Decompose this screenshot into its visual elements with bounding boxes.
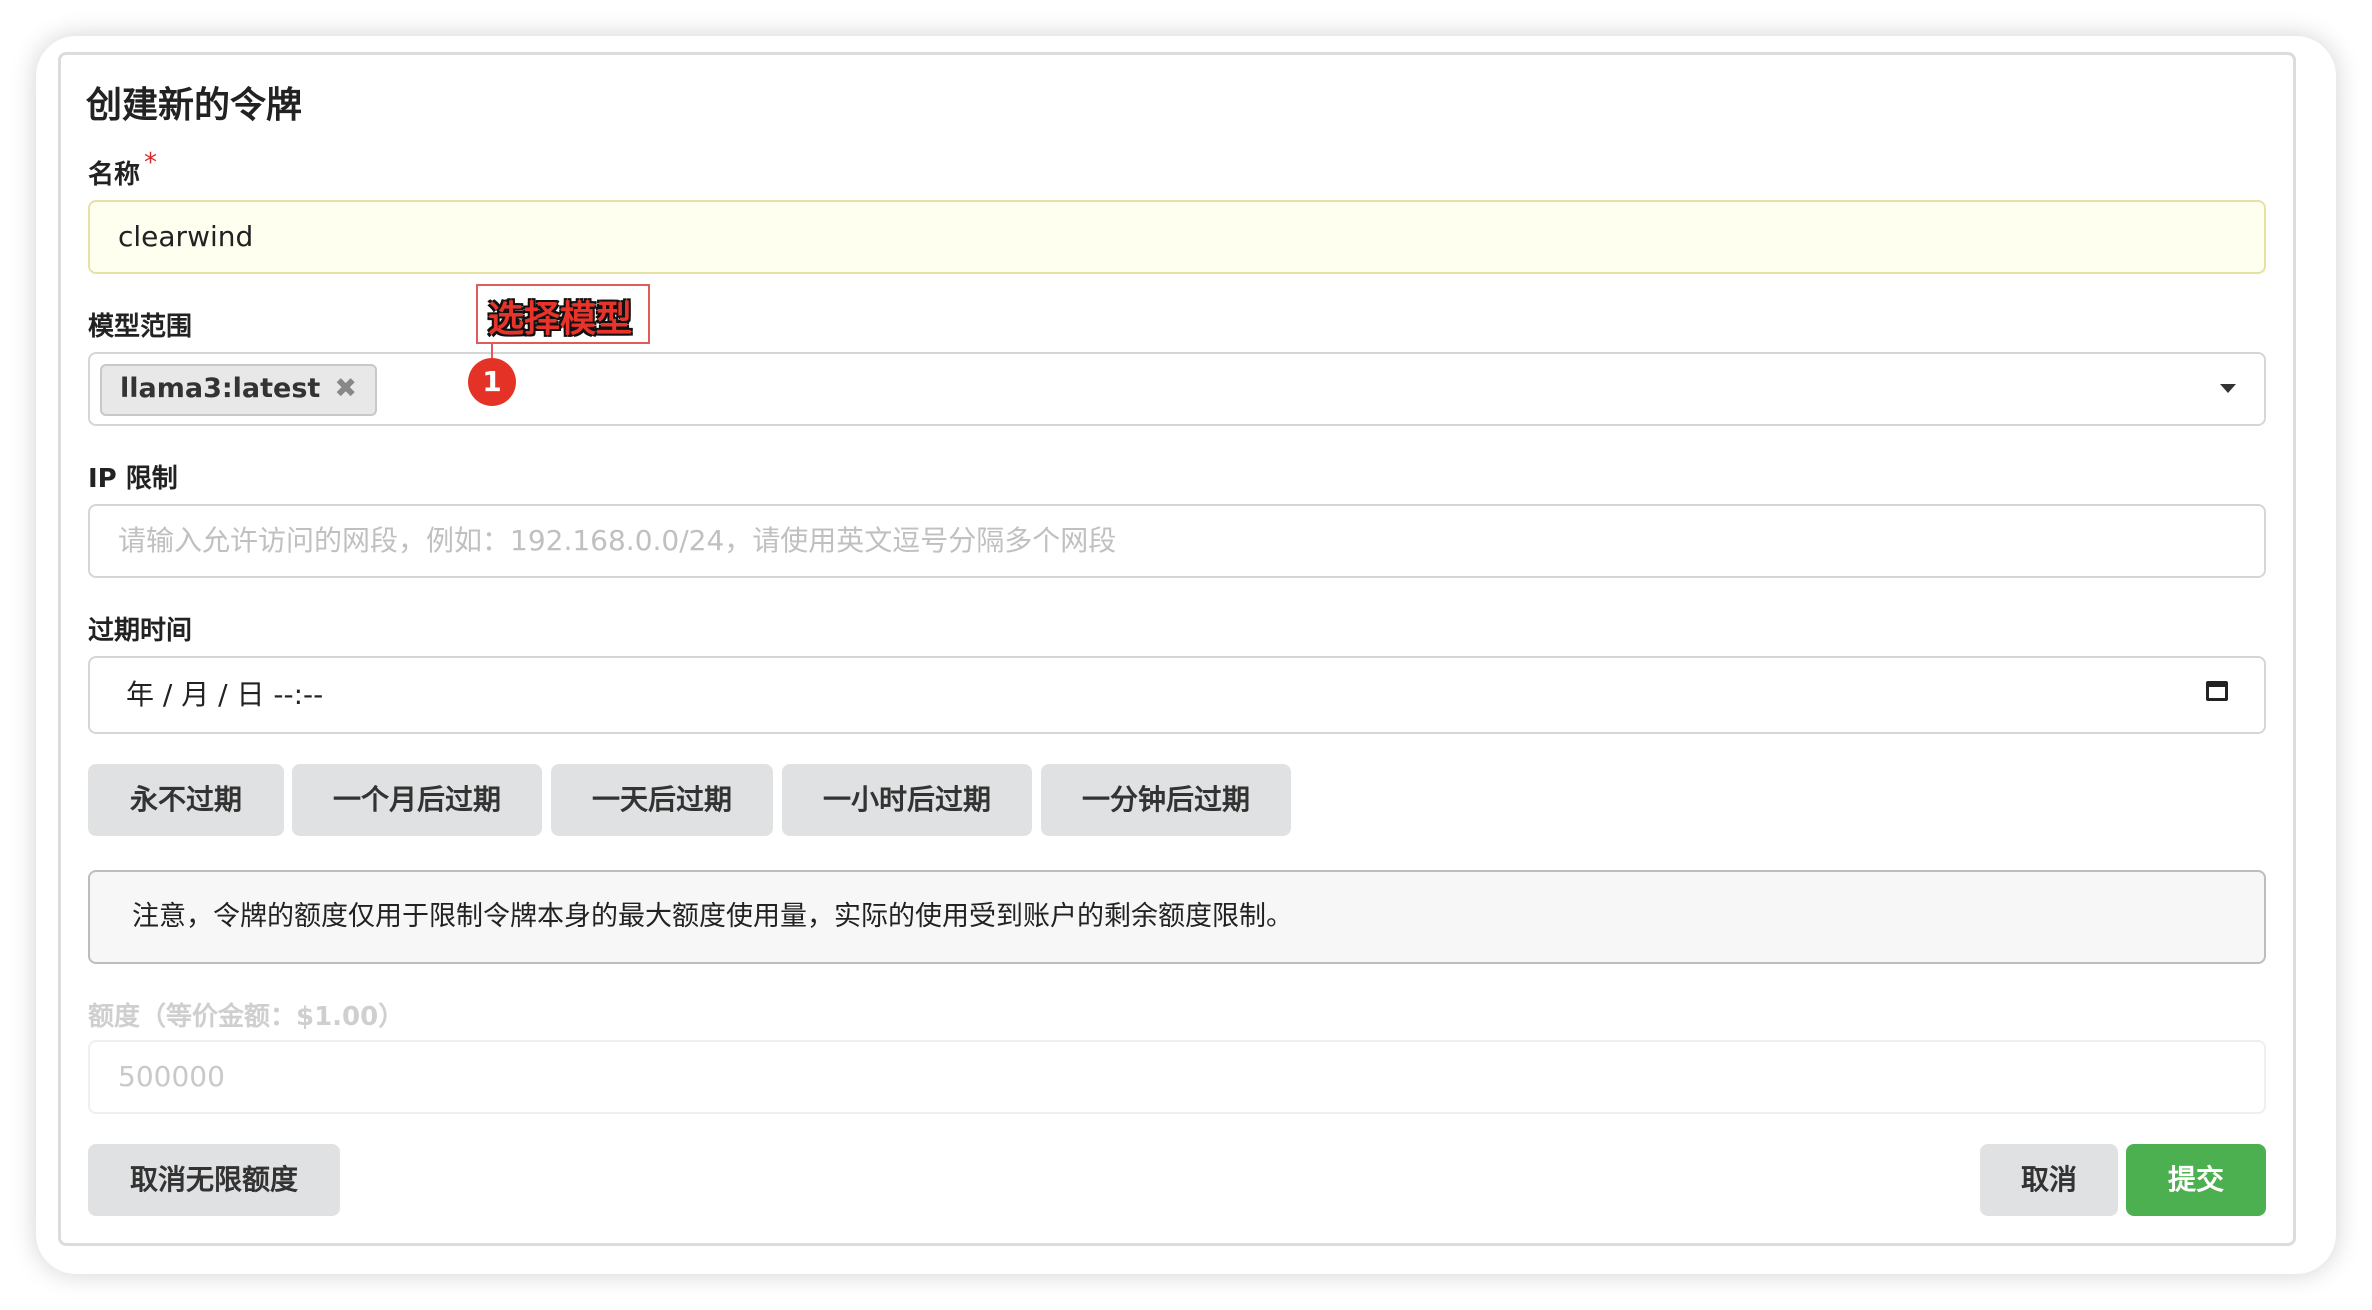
expire-datetime-input[interactable]: 年 / 月 / 日 --:-- [88,656,2266,734]
expire-never-button[interactable]: 永不过期 [88,764,284,836]
annotation-label: 选择模型 [488,299,633,340]
model-scope-dropdown[interactable] [88,352,2266,426]
model-chip[interactable]: llama3:latest ✖ [100,364,377,416]
quota-input: 500000 [88,1040,2266,1114]
calendar-icon[interactable] [2206,681,2228,701]
required-mark: * [144,148,157,178]
quota-label: 额度（等价金额：$1.00） [88,1002,405,1032]
ip-limit-input[interactable]: 请输入允许访问的网段，例如：192.168.0.0/24，请使用英文逗号分隔多个… [88,504,2266,578]
cancel-unlimited-quota-button[interactable]: 取消无限额度 [88,1144,340,1216]
annotation-step-badge: 1 [468,358,516,406]
dialog-title: 创建新的令牌 [86,85,303,126]
expire-one-minute-button[interactable]: 一分钟后过期 [1041,764,1291,836]
ip-limit-label: IP 限制 [88,464,178,494]
ip-limit-placeholder: 请输入允许访问的网段，例如：192.168.0.0/24，请使用英文逗号分隔多个… [118,524,1117,557]
expire-one-month-button[interactable]: 一个月后过期 [292,764,542,836]
cancel-button[interactable]: 取消 [1980,1144,2118,1216]
quota-notice: 注意，令牌的额度仅用于限制令牌本身的最大额度使用量，实际的使用受到账户的剩余额度… [88,870,2266,964]
dropdown-caret-icon[interactable] [2220,384,2236,393]
expire-one-day-button[interactable]: 一天后过期 [551,764,773,836]
submit-button[interactable]: 提交 [2126,1144,2266,1216]
expire-one-hour-button[interactable]: 一小时后过期 [782,764,1032,836]
name-input[interactable]: clearwind [88,200,2266,274]
model-chip-label: llama3:latest [120,373,321,404]
annotation-connector [491,344,493,358]
remove-chip-icon[interactable]: ✖ [334,373,357,404]
name-label: 名称 [88,160,141,190]
expire-label: 过期时间 [88,616,193,646]
model-scope-label: 模型范围 [88,312,193,342]
